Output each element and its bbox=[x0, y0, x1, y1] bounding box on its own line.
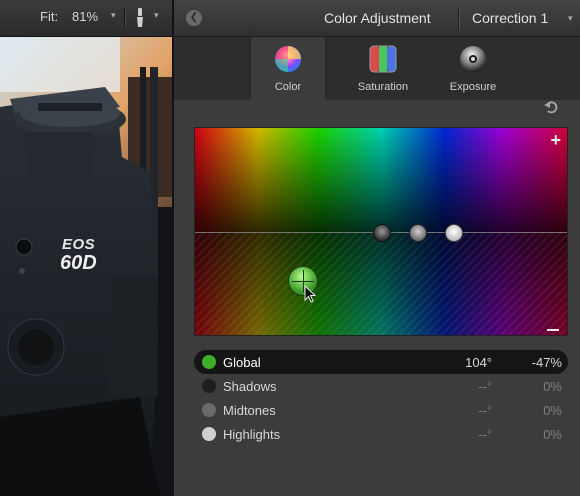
camera-model-text: 60D bbox=[60, 252, 97, 274]
panel-header: ❮ Color Adjustment Correction 1 ▾ bbox=[174, 0, 580, 37]
color-adjustment-panel: ❮ Color Adjustment Correction 1 ▾ Color … bbox=[172, 0, 580, 496]
undo-reset-icon[interactable] bbox=[544, 100, 558, 114]
midtones-dot-icon bbox=[202, 403, 216, 417]
shadows-dot-icon bbox=[202, 379, 216, 393]
correction-popup[interactable]: Correction 1 bbox=[472, 10, 548, 26]
tab-color[interactable]: Color bbox=[250, 37, 326, 100]
row-label: Midtones bbox=[223, 403, 276, 418]
row-percent: 0% bbox=[543, 403, 562, 418]
row-label: Shadows bbox=[223, 379, 277, 394]
puck-value-list: Global 104° -47% Shadows --° 0% Midtones… bbox=[194, 350, 568, 446]
midtones-puck[interactable] bbox=[409, 224, 427, 242]
row-angle: --° bbox=[478, 427, 492, 442]
row-label: Global bbox=[223, 355, 261, 370]
camera-brand-text: EOS bbox=[62, 236, 96, 253]
row-global[interactable]: Global 104° -47% bbox=[194, 350, 568, 374]
viewer: Fit: 81% ▾ ▾ EOS 60D bbox=[0, 0, 172, 496]
tab-exposure[interactable]: Exposure bbox=[436, 37, 510, 100]
row-label: Highlights bbox=[223, 427, 281, 442]
tab-saturation-label: Saturation bbox=[357, 81, 409, 93]
mouse-pointer-icon bbox=[304, 285, 316, 303]
tab-color-label: Color bbox=[274, 81, 302, 93]
chevron-down-icon[interactable]: ▾ bbox=[111, 10, 116, 21]
tab-saturation[interactable]: Saturation bbox=[340, 37, 426, 100]
board-hatching bbox=[195, 231, 567, 335]
highlights-puck[interactable] bbox=[445, 224, 463, 242]
chevron-down-icon[interactable]: ▾ bbox=[568, 13, 573, 24]
zoom-popup[interactable]: 81% bbox=[72, 9, 98, 24]
minus-icon bbox=[547, 329, 559, 331]
row-highlights[interactable]: Highlights --° 0% bbox=[194, 422, 568, 446]
row-angle: --° bbox=[478, 403, 492, 418]
chevron-down-icon[interactable]: ▾ bbox=[154, 10, 159, 21]
back-arrow-icon[interactable]: ❮ bbox=[186, 10, 202, 26]
color-wheel-icon bbox=[275, 46, 301, 72]
row-shadows[interactable]: Shadows --° 0% bbox=[194, 374, 568, 398]
saturation-icon bbox=[369, 45, 397, 73]
highlights-dot-icon bbox=[202, 427, 216, 441]
row-percent: -47% bbox=[531, 355, 562, 370]
row-angle: 104° bbox=[465, 355, 492, 370]
shadows-puck[interactable] bbox=[373, 224, 391, 242]
toolbar-divider bbox=[124, 8, 125, 28]
header-divider bbox=[458, 8, 459, 30]
viewer-toolbar: Fit: 81% ▾ ▾ bbox=[0, 0, 172, 37]
plus-icon: + bbox=[550, 130, 561, 150]
tab-bar: Color Saturation Exposure bbox=[174, 37, 580, 100]
global-dot-icon bbox=[202, 355, 216, 369]
panel-title: Color Adjustment bbox=[324, 10, 431, 26]
app-window: Fit: 81% ▾ ▾ EOS 60D ❮ Color Adjustment … bbox=[0, 0, 580, 496]
row-percent: 0% bbox=[543, 427, 562, 442]
color-board[interactable]: + bbox=[194, 127, 568, 336]
row-midtones[interactable]: Midtones --° 0% bbox=[194, 398, 568, 422]
brush-tool-icon[interactable] bbox=[134, 7, 146, 29]
row-percent: 0% bbox=[543, 379, 562, 394]
row-angle: --° bbox=[478, 379, 492, 394]
fit-label: Fit: bbox=[40, 9, 59, 24]
tab-exposure-label: Exposure bbox=[449, 81, 497, 93]
exposure-icon bbox=[460, 46, 486, 72]
